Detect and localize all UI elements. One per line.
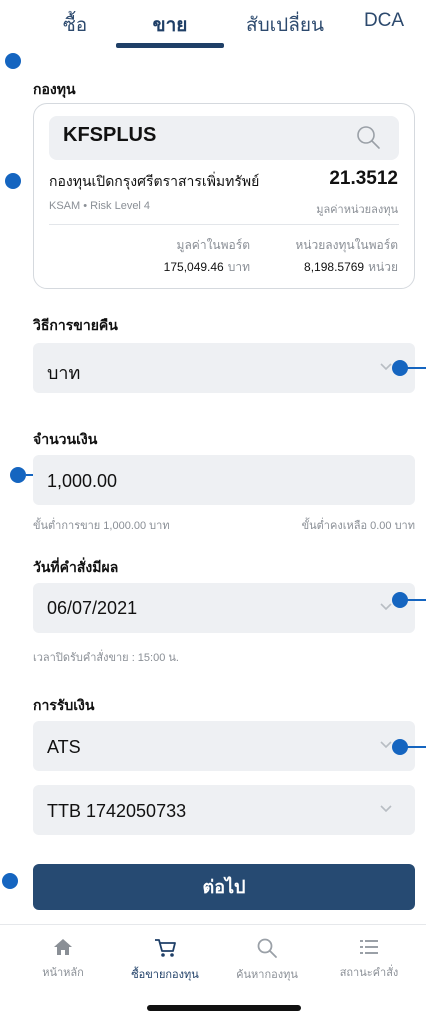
chevron-down-icon: [380, 805, 392, 813]
redeem-method-select[interactable]: [33, 343, 415, 393]
effective-date-value: 06/07/2021: [47, 598, 138, 618]
nav-item-home[interactable]: หน้าหลัก: [10, 937, 116, 981]
receive-account-value: TTB 1742050733: [47, 801, 187, 821]
nav-label-home: หน้าหลัก: [42, 967, 84, 979]
redeem-method-value: บาท: [47, 363, 81, 383]
tab-dca[interactable]: DCA: [352, 10, 416, 32]
annotation-line: [406, 599, 426, 601]
fund-code: KFSPLUS: [63, 124, 157, 146]
amount-label: จำนวนเงิน: [33, 431, 98, 447]
list-icon: [360, 940, 378, 954]
fund-name: กองทุนเปิดกรุงศรีตราสารเพิ่มทรัพย์: [49, 173, 260, 189]
home-indicator: [147, 1005, 301, 1011]
annotation-marker: [5, 53, 21, 69]
fund-meta: KSAM • Risk Level 4: [49, 200, 151, 212]
units-amount: 8,198.5769: [304, 260, 365, 274]
remaining-hint: ขั้นต่ำคงเหลือ 0.00 บาท: [301, 520, 415, 532]
annotation-marker: [10, 467, 26, 483]
tab-sell[interactable]: ขาย: [130, 10, 210, 40]
active-tab-indicator: [116, 43, 224, 48]
units-unit: หน่วย: [368, 260, 398, 274]
nav-label-search: ค้นหากองทุน: [236, 969, 298, 981]
receive-method-value: ATS: [47, 737, 81, 757]
nav-label-trade: ซื้อขายกองทุน: [131, 969, 199, 981]
min-sell-hint: ขั้นต่ำการขาย 1,000.00 บาท: [33, 520, 170, 532]
cutoff-hint: เวลาปิดรับคำสั่งขาย : 15:00 น.: [33, 652, 179, 664]
units-label: หน่วยลงทุนในพอร์ต: [295, 238, 398, 252]
amount-value: 1,000.00: [47, 471, 118, 491]
chevron-down-icon: [380, 363, 392, 371]
chevron-down-icon: [380, 741, 392, 749]
nav-item-search[interactable]: ค้นหากองทุน: [214, 937, 320, 983]
fund-section-label: กองทุน: [33, 81, 76, 97]
nav-item-trade[interactable]: ซื้อขายกองทุน: [112, 937, 218, 983]
cart-icon: [155, 939, 176, 957]
annotation-marker: [5, 173, 21, 189]
portfolio-value-amount: 175,049.46: [163, 260, 224, 274]
annotation-line: [406, 367, 426, 369]
tab-switch[interactable]: สับเปลี่ยน: [230, 10, 340, 40]
next-button[interactable]: ต่อไป: [33, 864, 415, 910]
receive-method-select[interactable]: [33, 721, 415, 771]
trade-tabs: ซื้อ ขาย สับเปลี่ยน DCA: [0, 0, 426, 52]
portfolio-value-label: มูลค่าในพอร์ต: [176, 238, 250, 252]
redeem-method-label: วิธีการขายคืน: [33, 317, 118, 333]
search-icon[interactable]: [355, 124, 381, 150]
card-divider: [49, 224, 399, 225]
units-value: 8,198.5769 หน่วย: [304, 258, 398, 277]
bottom-nav: หน้าหลัก ซื้อขายกองทุน ค้นหากองทุน สถานะ…: [0, 924, 426, 1017]
home-icon: [54, 939, 72, 955]
chevron-down-icon: [380, 603, 392, 611]
nav-label: มูลค่าหน่วยลงทุน: [316, 204, 398, 216]
portfolio-value: 175,049.46 บาท: [164, 258, 250, 277]
search-icon: [257, 938, 277, 958]
receive-label: การรับเงิน: [33, 697, 95, 713]
annotation-marker: [2, 873, 18, 889]
nav-value: 21.3512: [329, 168, 398, 189]
annotation-line: [406, 746, 426, 748]
effective-date-label: วันที่คำสั่งมีผล: [33, 559, 119, 575]
portfolio-value-unit: บาท: [227, 260, 250, 274]
nav-label-orders: สถานะคำสั่ง: [339, 967, 399, 979]
nav-item-orders[interactable]: สถานะคำสั่ง: [316, 937, 422, 981]
tab-buy[interactable]: ซื้อ: [50, 10, 100, 40]
